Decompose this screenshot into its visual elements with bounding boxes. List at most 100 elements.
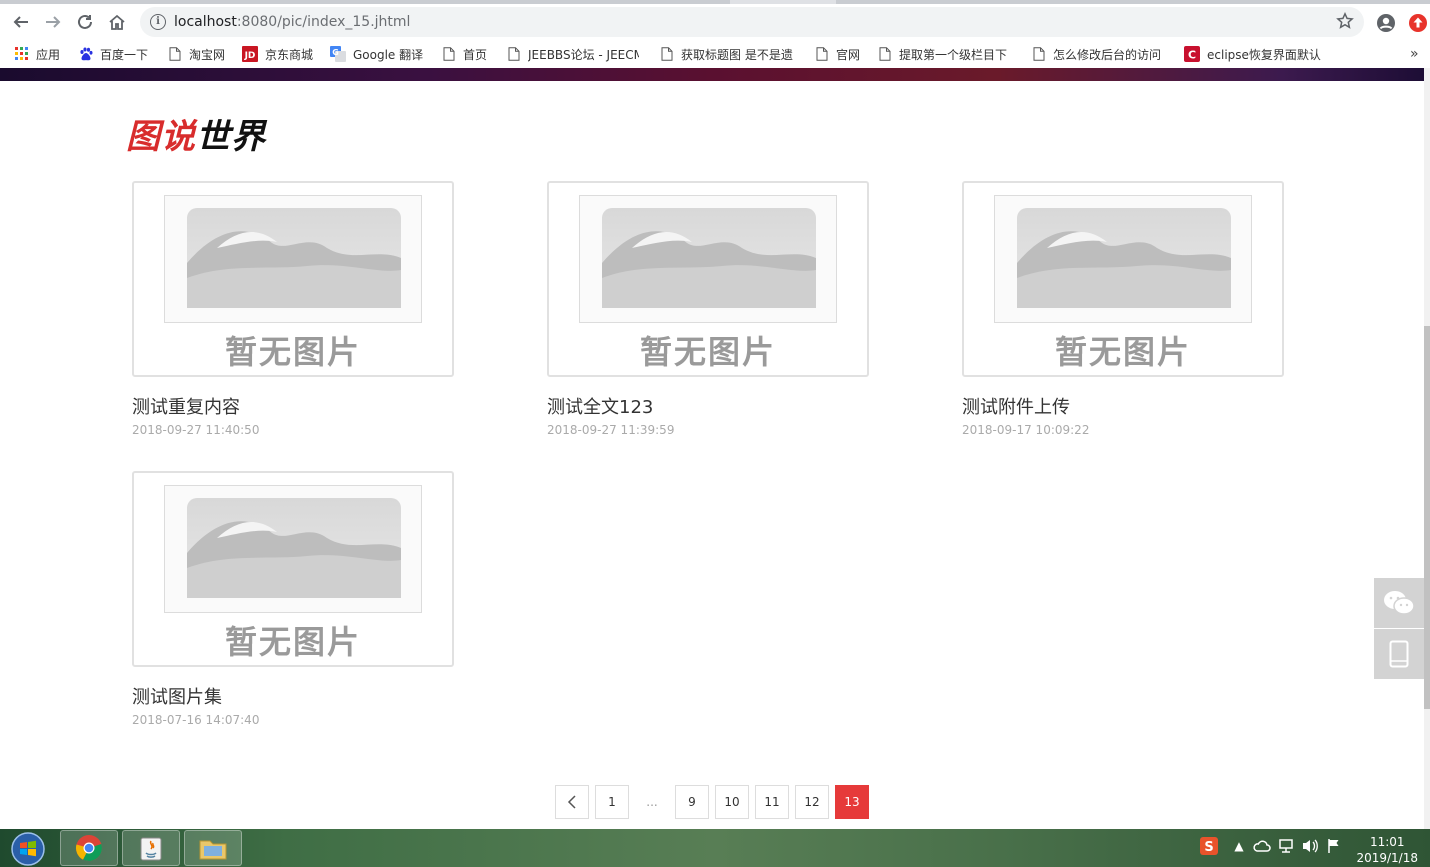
java-icon <box>140 837 162 861</box>
page-icon <box>1032 47 1046 61</box>
google-translate-icon: G <box>330 46 346 62</box>
windows-logo-icon <box>11 832 45 866</box>
scrollbar-thumb[interactable] <box>1424 326 1430 709</box>
logo-black-text: 世界 <box>196 117 266 157</box>
start-button[interactable] <box>3 831 53 867</box>
url-path: :8080/pic/index_15.jhtml <box>236 14 411 30</box>
bookmark-jeebbs[interactable]: JEEBBS论坛 - JEECM <box>507 45 639 63</box>
url-host: localhost <box>174 14 237 30</box>
csdn-icon: C <box>1184 46 1200 62</box>
network-icon[interactable] <box>1277 837 1295 855</box>
bookmark-taobao[interactable]: 淘宝网 <box>168 45 225 63</box>
profile-icon[interactable] <box>1376 13 1396 33</box>
windows-taskbar: S ▲ 11:01 2019/1/18 <box>0 829 1430 867</box>
no-image-placeholder[interactable]: 暂无图片 <box>132 471 454 667</box>
volume-icon[interactable] <box>1301 837 1319 855</box>
page-icon <box>442 47 456 61</box>
pagination-page-12[interactable]: 12 <box>795 785 829 819</box>
forward-button[interactable] <box>37 6 69 38</box>
folder-icon <box>199 840 227 860</box>
no-image-text: 暂无图片 <box>639 333 776 371</box>
card-title[interactable]: 测试全文123 <box>547 393 869 418</box>
home-button[interactable] <box>101 6 133 38</box>
landscape-placeholder-icon <box>994 195 1252 323</box>
bookmark-baidu[interactable]: 百度一下 <box>79 45 148 63</box>
bookmark-extract-column[interactable]: 提取第一个级栏目下 <box>878 45 1014 63</box>
svg-text:C: C <box>1188 49 1196 62</box>
card-title[interactable]: 测试图片集 <box>132 683 454 708</box>
site-info-icon[interactable]: i <box>150 14 166 30</box>
mobile-phone-icon <box>1389 640 1409 668</box>
no-image-placeholder[interactable]: 暂无图片 <box>962 181 1284 377</box>
no-image-text: 暂无图片 <box>1054 333 1191 371</box>
wechat-icon <box>1384 591 1415 615</box>
card-date: 2018-09-17 10:09:22 <box>962 423 1090 437</box>
action-center-flag-icon[interactable] <box>1325 837 1343 855</box>
card-date: 2018-07-16 14:07:40 <box>132 713 260 727</box>
forward-arrow-icon <box>46 16 61 28</box>
pagination-page-9[interactable]: 9 <box>675 785 709 819</box>
bookmark-home[interactable]: 首页 <box>442 45 487 63</box>
bookmark-google-translate[interactable]: G Google 翻译 <box>330 45 423 63</box>
gallery-card[interactable]: 暂无图片 测试重复内容 2018-09-27 11:40:50 <box>132 181 454 437</box>
system-clock[interactable]: 11:01 2019/1/18 <box>1356 834 1418 866</box>
bookmark-apps[interactable]: 应用 <box>15 45 60 63</box>
landscape-placeholder-icon <box>164 485 422 613</box>
chrome-icon <box>76 835 102 862</box>
clock-time: 11:01 <box>1369 835 1405 849</box>
bookmark-eclipse-reset[interactable]: C eclipse恢复界面默认 <box>1184 45 1322 63</box>
bookmark-official-site[interactable]: 官网 <box>815 45 860 63</box>
page-scrollbar[interactable] <box>1424 68 1430 829</box>
card-title[interactable]: 测试重复内容 <box>132 393 454 418</box>
svg-text:JD: JD <box>244 51 256 61</box>
reload-button[interactable] <box>69 6 101 38</box>
tray-expand-icon[interactable]: ▲ <box>1230 837 1248 855</box>
page-icon <box>660 47 674 61</box>
taskbar-java-button[interactable] <box>122 830 180 866</box>
bookmark-jd[interactable]: JD 京东商城 <box>242 45 313 63</box>
apps-grid-icon <box>15 47 29 61</box>
bookmark-modify-backend[interactable]: 怎么修改后台的访问 <box>1032 45 1168 63</box>
no-image-text: 暂无图片 <box>224 623 361 661</box>
gallery-card[interactable]: 暂无图片 测试图片集 2018-07-16 14:07:40 <box>132 471 454 727</box>
no-image-text: 暂无图片 <box>224 333 361 371</box>
sogou-input-icon[interactable]: S <box>1200 837 1218 855</box>
bookmark-get-title-image[interactable]: 获取标题图 是不是遗 <box>660 45 794 63</box>
clock-date: 2019/1/18 <box>1356 851 1418 865</box>
page-icon <box>507 47 521 61</box>
landscape-placeholder-icon <box>579 195 837 323</box>
page-icon <box>815 47 829 61</box>
pagination-page-1[interactable]: 1 <box>595 785 629 819</box>
bookmark-star-icon[interactable] <box>1336 12 1354 30</box>
taskbar-chrome-button[interactable] <box>60 830 118 866</box>
landscape-placeholder-icon <box>164 195 422 323</box>
pagination-page-11[interactable]: 11 <box>755 785 789 819</box>
page-icon <box>878 47 892 61</box>
cloud-icon[interactable] <box>1253 837 1271 855</box>
pagination-page-10[interactable]: 10 <box>715 785 749 819</box>
no-image-placeholder[interactable]: 暂无图片 <box>132 181 454 377</box>
page-icon <box>168 47 182 61</box>
back-arrow-icon <box>13 16 28 28</box>
bookmarks-overflow-chevron-icon[interactable]: » <box>1410 45 1419 63</box>
card-title[interactable]: 测试附件上传 <box>962 393 1284 418</box>
jd-icon: JD <box>242 46 258 62</box>
svg-text:S: S <box>1204 840 1213 855</box>
taskbar-explorer-button[interactable] <box>184 830 242 866</box>
logo-red-text: 图说 <box>126 117 196 157</box>
card-date: 2018-09-27 11:39:59 <box>547 423 675 437</box>
wechat-share-button[interactable] <box>1374 578 1424 628</box>
address-bar[interactable]: i localhost :8080/pic/index_15.jhtml <box>140 7 1364 37</box>
pagination-page-current[interactable]: 13 <box>835 785 869 819</box>
site-logo[interactable]: 图说世界 <box>126 109 266 158</box>
baidu-paw-icon <box>79 47 93 61</box>
home-icon <box>109 14 125 30</box>
pagination-prev-button[interactable] <box>555 785 589 819</box>
gallery-card[interactable]: 暂无图片 测试全文123 2018-09-27 11:39:59 <box>547 181 869 437</box>
update-icon[interactable] <box>1408 13 1428 33</box>
no-image-placeholder[interactable]: 暂无图片 <box>547 181 869 377</box>
gallery-card[interactable]: 暂无图片 测试附件上传 2018-09-17 10:09:22 <box>962 181 1284 437</box>
back-button[interactable] <box>5 6 37 38</box>
mobile-version-button[interactable] <box>1374 629 1424 679</box>
svg-text:G: G <box>332 48 339 57</box>
